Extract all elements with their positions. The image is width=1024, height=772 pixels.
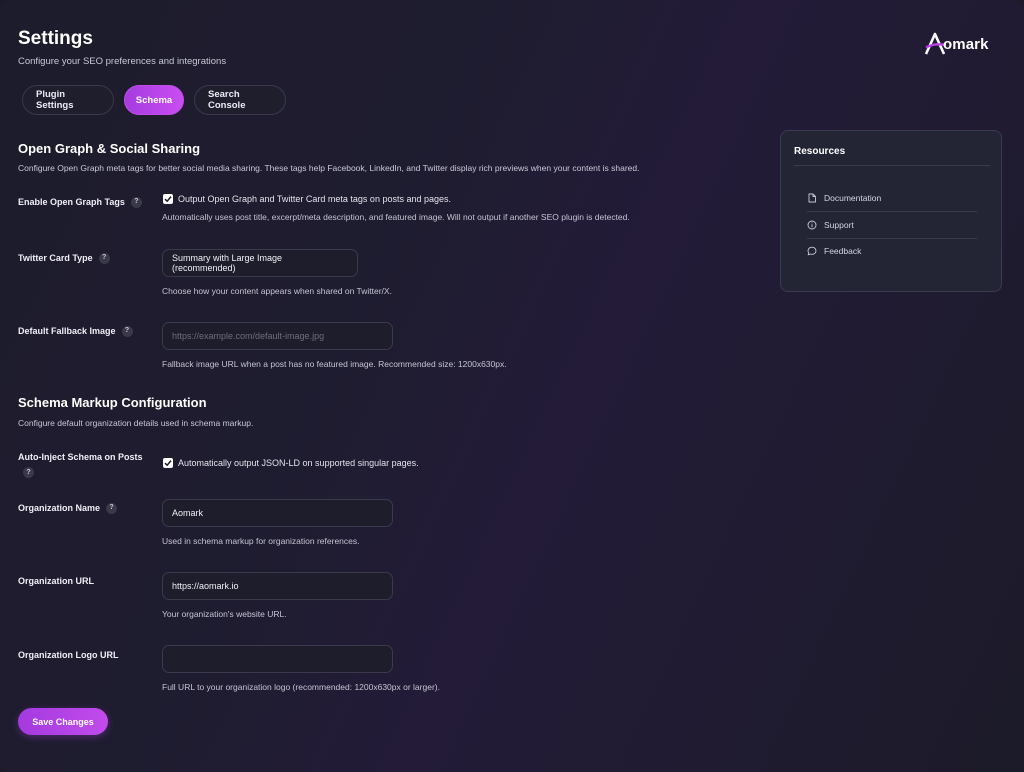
tab-plugin-settings[interactable]: Plugin Settings (22, 85, 114, 115)
help-icon[interactable]: ? (23, 467, 34, 478)
chat-bubble-icon (807, 246, 817, 256)
document-icon (808, 193, 816, 203)
organization-url-help: Your organization's website URL. (162, 609, 287, 619)
help-icon[interactable]: ? (98, 252, 110, 264)
checkmark-icon (164, 460, 172, 467)
resource-link-documentation[interactable]: Documentation (807, 185, 977, 212)
help-icon[interactable]: ? (130, 196, 142, 208)
default-fallback-image-label: Default Fallback Image ? (18, 325, 133, 337)
resources-panel: Resources Documentation Support Feedback (780, 130, 1002, 292)
resource-link-support[interactable]: Support (807, 212, 977, 239)
organization-logo-url-help: Full URL to your organization logo (reco… (162, 682, 440, 692)
schema-section-description: Configure default organization details u… (18, 418, 254, 428)
resource-link-feedback[interactable]: Feedback (807, 238, 977, 264)
info-icon (807, 220, 817, 230)
enable-open-graph-help: Automatically uses post title, excerpt/m… (162, 212, 630, 222)
resource-label: Feedback (824, 246, 862, 256)
auto-inject-schema-label: Auto-Inject Schema on Posts ? (18, 451, 148, 478)
resource-label: Support (824, 220, 854, 230)
enable-open-graph-label: Enable Open Graph Tags ? (18, 196, 142, 208)
resources-divider (794, 165, 990, 166)
default-fallback-image-help: Fallback image URL when a post has no fe… (162, 359, 507, 369)
twitter-card-type-help: Choose how your content appears when sha… (162, 286, 392, 296)
organization-name-label-text: Organization Name (18, 503, 101, 513)
logo-wordmark: omark (943, 35, 989, 53)
organization-url-input[interactable] (162, 572, 393, 600)
auto-inject-schema-checkbox[interactable] (163, 458, 173, 468)
open-graph-section-title: Open Graph & Social Sharing (18, 141, 201, 156)
page-subtitle: Configure your SEO preferences and integ… (18, 56, 227, 67)
organization-name-label: Organization Name ? (18, 502, 118, 514)
enable-open-graph-label-text: Enable Open Graph Tags (18, 197, 125, 207)
organization-name-input[interactable] (162, 499, 393, 527)
twitter-card-type-label: Twitter Card Type ? (18, 252, 110, 264)
resource-label: Documentation (824, 193, 882, 203)
tab-schema[interactable]: Schema (124, 85, 184, 115)
settings-page: Settings Configure your SEO preferences … (0, 0, 1024, 772)
page-title: Settings (18, 28, 93, 49)
open-graph-section-description: Configure Open Graph meta tags for bette… (18, 163, 640, 173)
help-icon[interactable]: ? (121, 325, 133, 337)
organization-logo-url-label: Organization Logo URL (18, 649, 119, 661)
enable-open-graph-checkbox-text: Output Open Graph and Twitter Card meta … (178, 194, 451, 204)
checkmark-icon (164, 196, 172, 203)
twitter-card-type-label-text: Twitter Card Type (18, 253, 93, 263)
aomark-logo: omark (924, 32, 989, 56)
settings-tabs: Plugin Settings Schema Search Console (22, 85, 286, 115)
schema-section-title: Schema Markup Configuration (18, 395, 207, 410)
organization-name-help: Used in schema markup for organization r… (162, 536, 360, 546)
enable-open-graph-checkbox[interactable] (163, 194, 173, 204)
auto-inject-schema-checkbox-text: Automatically output JSON-LD on supporte… (178, 458, 419, 468)
help-icon[interactable]: ? (106, 502, 118, 514)
default-fallback-image-label-text: Default Fallback Image (18, 326, 116, 336)
save-changes-button[interactable]: Save Changes (18, 708, 108, 735)
organization-logo-url-label-text: Organization Logo URL (18, 650, 119, 660)
auto-inject-schema-label-text: Auto-Inject Schema on Posts (18, 452, 143, 462)
organization-logo-url-input[interactable] (162, 645, 393, 673)
resources-title: Resources (794, 146, 846, 157)
tab-search-console[interactable]: Search Console (194, 85, 286, 115)
twitter-card-type-select[interactable]: Summary with Large Image (recommended) (162, 249, 358, 277)
organization-url-label-text: Organization URL (18, 576, 94, 586)
default-fallback-image-input[interactable] (162, 322, 393, 350)
organization-url-label: Organization URL (18, 575, 94, 587)
